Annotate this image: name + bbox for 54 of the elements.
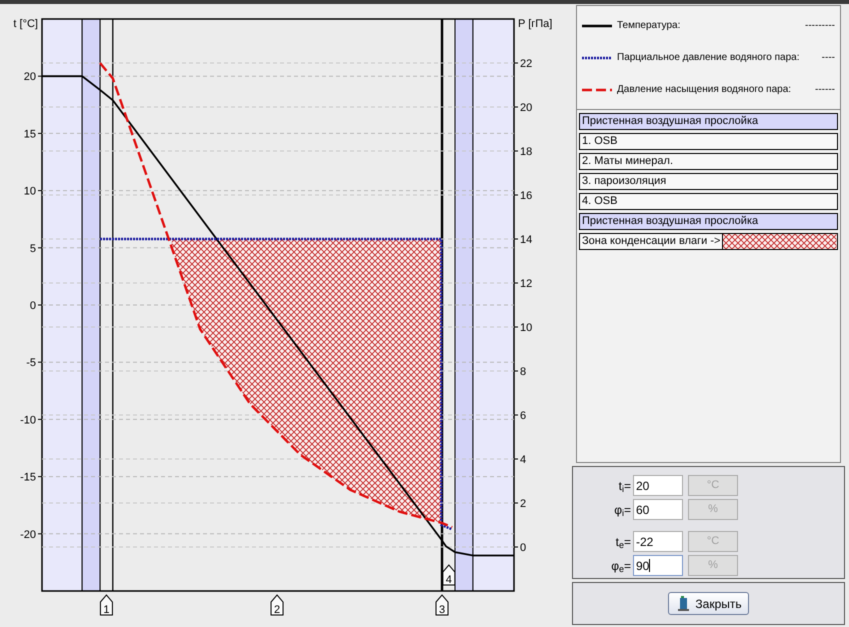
layer-marker — [270, 594, 284, 616]
tick-label: -5 — [26, 357, 36, 370]
tick-label: 20 — [520, 102, 532, 114]
legend-value: ---- — [822, 51, 835, 65]
tick-label: 8 — [520, 366, 526, 378]
legend-value: ------ — [815, 83, 835, 97]
axis-label: P [гПа] — [518, 18, 552, 30]
air-layer-row: Пристенная воздушная прослойка — [579, 113, 838, 130]
tick-label: 6 — [520, 410, 526, 422]
legend-value: --------- — [805, 19, 835, 33]
legend-label: Парциальное давление водяного пара: — [617, 51, 800, 65]
field-label: φ$_{e}$= — [610, 558, 631, 574]
layer-row: 4. OSB — [579, 193, 838, 210]
tick-label: 5 — [30, 242, 36, 255]
tick-label: 12 — [520, 278, 532, 290]
marker-number: 2 — [274, 604, 280, 616]
tick-label: -15 — [20, 472, 36, 484]
tick-label: -10 — [20, 414, 36, 426]
input-field[interactable]: 60 — [633, 499, 683, 520]
field-label: φ$_{i}$= — [613, 502, 631, 518]
tick-label: 10 — [24, 186, 36, 198]
tick-label: 10 — [520, 322, 532, 334]
door-exit-icon — [675, 596, 692, 612]
tick-label: 15 — [24, 128, 36, 140]
field-label: t$_{e}$= — [614, 534, 631, 550]
layer-row: 3. пароизоляция — [579, 173, 838, 190]
legend-label: Температура: — [617, 19, 680, 33]
layer-marker — [100, 594, 113, 616]
input-field[interactable]: -22 — [633, 531, 683, 552]
axis-label: t [°C] — [13, 18, 38, 30]
layer-marker — [442, 564, 456, 586]
field-label: t$_{i}$= — [618, 478, 631, 494]
legend-label: Давление насыщения водяного пара: — [617, 83, 792, 97]
close-button[interactable]: Закрыть — [668, 592, 749, 615]
input-field[interactable]: 90 — [633, 555, 683, 576]
input-field[interactable]: 20 — [633, 475, 683, 496]
tick-label: 18 — [520, 146, 532, 158]
marker-number: 4 — [446, 574, 452, 586]
tick-label: -20 — [20, 528, 36, 541]
layer-row: 2. Маты минерал. — [579, 153, 838, 170]
tick-label: 22 — [520, 58, 532, 70]
layer-label: Зона конденсации влаги -> — [581, 234, 722, 249]
air-layer-row: Пристенная воздушная прослойка — [579, 213, 838, 230]
tick-label: 14 — [520, 234, 532, 246]
tick-label: 0 — [30, 300, 36, 312]
tick-label: 0 — [520, 542, 526, 554]
tick-label: 20 — [24, 71, 36, 84]
layer-marker — [436, 594, 449, 616]
layer-row: 1. OSB — [579, 133, 838, 150]
marker-number: 3 — [438, 604, 446, 616]
tick-label: 16 — [520, 190, 532, 202]
tick-label: 2 — [520, 498, 526, 510]
marker-number: 1 — [103, 604, 110, 616]
tick-label: 4 — [520, 454, 526, 466]
